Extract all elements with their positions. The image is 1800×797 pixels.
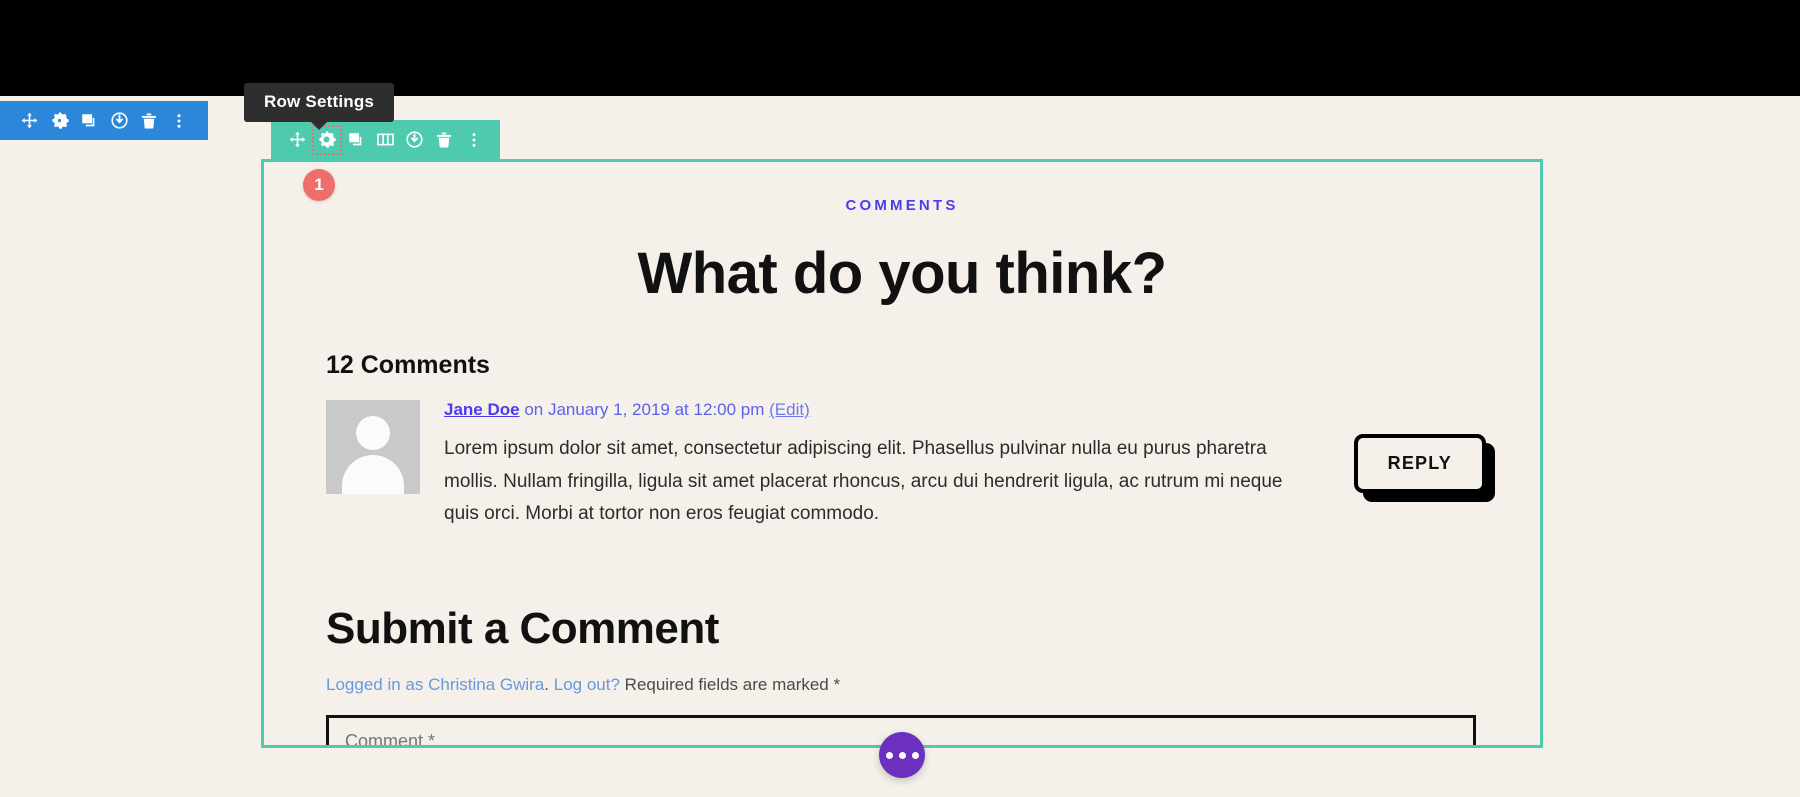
comment-item: Jane Doe on January 1, 2019 at 12:00 pm … (326, 400, 1543, 540)
row-toolbar[interactable] (271, 120, 500, 159)
comment-meta: Jane Doe on January 1, 2019 at 12:00 pm … (444, 400, 1363, 420)
comment-author-link[interactable]: Jane Doe (444, 400, 520, 419)
top-black-strip (0, 0, 1800, 96)
trash-icon[interactable] (433, 129, 455, 151)
avatar-body (342, 455, 404, 494)
row-settings-tooltip: Row Settings (244, 83, 395, 130)
logged-in-user-link[interactable]: Logged in as Christina Gwira (326, 675, 544, 694)
comment-date: on January 1, 2019 at 12:00 pm (519, 400, 770, 419)
logged-in-prefix: Logged in as (326, 675, 429, 694)
page-title: What do you think? (637, 241, 1167, 306)
submit-comment-title: Submit a Comment (326, 604, 719, 653)
editor-root: Row Settings 1 COMMENTS What do you thin… (0, 0, 1800, 797)
required-fields-note: Required fields are marked * (619, 675, 841, 694)
comment-edit-link[interactable]: (Edit) (769, 400, 810, 419)
gear-icon[interactable] (311, 124, 342, 155)
move-icon[interactable] (18, 110, 40, 132)
section-eyebrow: COMMENTS (845, 197, 959, 214)
fab-dot (898, 751, 906, 759)
power-icon[interactable] (404, 129, 426, 151)
avatar (326, 400, 420, 494)
avatar-head (356, 416, 390, 450)
more-options-fab[interactable] (879, 732, 925, 778)
reply-button[interactable]: REPLY (1353, 434, 1486, 493)
duplicate-icon[interactable] (345, 129, 367, 151)
fab-dot (911, 751, 919, 759)
power-icon[interactable] (108, 110, 130, 132)
more-vertical-icon[interactable] (168, 110, 190, 132)
columns-icon[interactable] (375, 129, 397, 151)
trash-icon[interactable] (138, 110, 160, 132)
gear-icon[interactable] (48, 110, 70, 132)
comment-text: Lorem ipsum dolor sit amet, consectetur … (444, 438, 1283, 525)
more-vertical-icon[interactable] (463, 129, 485, 151)
logged-in-username: Christina Gwira (428, 675, 545, 694)
logout-link[interactable]: Log out? (554, 675, 620, 694)
comments-count-heading: 12 Comments (326, 351, 490, 379)
fab-dot (885, 751, 893, 759)
comments-section: COMMENTS What do you think? 12 Comments … (261, 159, 1543, 748)
section-toolbar[interactable] (0, 101, 208, 140)
logged-in-notice: Logged in as Christina Gwira. Log out? R… (326, 675, 1543, 695)
duplicate-icon[interactable] (78, 110, 100, 132)
logged-in-separator: . (544, 675, 554, 694)
row-count-badge: 1 (303, 169, 335, 201)
move-icon[interactable] (286, 129, 308, 151)
